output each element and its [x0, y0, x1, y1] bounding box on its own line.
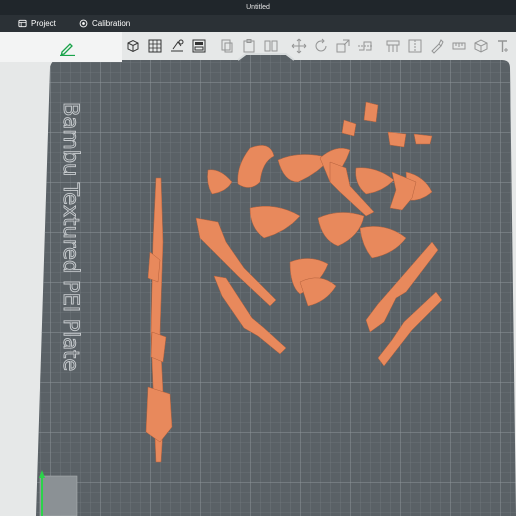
color-paint-icon	[431, 39, 444, 54]
paste-button[interactable]	[238, 35, 260, 57]
top-toolbar	[122, 34, 516, 58]
arrange-button[interactable]	[188, 35, 210, 57]
tab-calibration[interactable]: Calibration	[79, 15, 130, 32]
tab-project-label: Project	[31, 19, 56, 28]
support-paint-icon	[386, 40, 400, 52]
plate-label: Bambu Textured PEI Plate	[59, 102, 83, 371]
arrange-icon	[192, 39, 206, 53]
measure-button[interactable]	[448, 35, 470, 57]
scale-button[interactable]	[332, 35, 354, 57]
grid-icon	[148, 39, 162, 53]
paste-icon	[243, 39, 255, 53]
auto-orient-button[interactable]	[166, 35, 188, 57]
move-icon	[291, 38, 307, 54]
object-panel-header	[0, 32, 122, 62]
tab-calibration-label: Calibration	[92, 19, 131, 28]
rotate-button[interactable]	[310, 35, 332, 57]
add-cube-icon	[127, 39, 139, 53]
seam-paint-icon	[408, 39, 422, 53]
text-button[interactable]	[492, 35, 514, 57]
project-icon	[18, 19, 27, 28]
calibration-icon	[79, 19, 88, 28]
workspace: Bambu Textured PEI Plate	[0, 32, 516, 516]
color-paint-button[interactable]	[426, 35, 448, 57]
grid-button[interactable]	[144, 35, 166, 57]
split-button[interactable]	[260, 35, 282, 57]
assembly-icon	[474, 39, 488, 53]
assembly-button[interactable]	[470, 35, 492, 57]
copy-button[interactable]	[216, 35, 238, 57]
measure-icon	[452, 42, 466, 50]
tab-project[interactable]: Project	[18, 15, 56, 32]
rotate-icon	[315, 38, 327, 52]
auto-orient-icon	[171, 39, 184, 52]
support-paint-button[interactable]	[382, 35, 404, 57]
edit-icon[interactable]	[59, 42, 76, 56]
plate-label-group: Bambu Textured PEI Plate	[59, 102, 84, 372]
build-plate-scene[interactable]: Bambu Textured PEI Plate	[0, 32, 516, 516]
move-button[interactable]	[288, 35, 310, 57]
origin-marker	[39, 475, 78, 516]
seam-paint-button[interactable]	[404, 35, 426, 57]
window-title: Untitled	[0, 0, 516, 15]
scale-icon	[336, 39, 350, 53]
cut-button[interactable]	[354, 35, 376, 57]
text-icon	[498, 40, 508, 52]
split-icon	[264, 40, 278, 52]
build-plate-view[interactable]: Bambu Textured PEI Plate	[0, 32, 516, 516]
cut-icon	[358, 41, 372, 51]
add-cube-button[interactable]	[122, 35, 144, 57]
copy-icon	[221, 39, 233, 53]
top-tab-bar: Project Calibration	[0, 15, 516, 32]
